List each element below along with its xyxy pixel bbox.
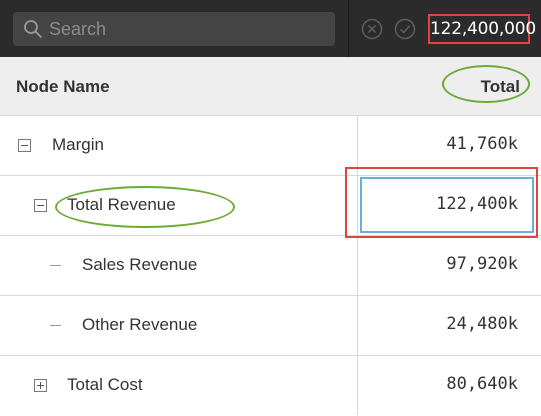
collapse-toggle-icon[interactable] xyxy=(18,139,31,152)
expand-toggle-icon[interactable] xyxy=(34,379,47,392)
cell-highlight-box xyxy=(345,167,538,238)
value-cell[interactable]: 97,920k xyxy=(357,236,541,295)
row-value: 97,920k xyxy=(446,254,518,274)
search-icon xyxy=(24,20,42,38)
toolbar-divider xyxy=(348,0,349,57)
row-value: 24,480k xyxy=(446,314,518,334)
collapse-toggle-icon[interactable] xyxy=(34,199,47,212)
row-value: 80,640k xyxy=(446,374,518,394)
table-row[interactable]: Total Cost 80,640k xyxy=(0,356,541,416)
leaf-dash-icon xyxy=(50,265,61,266)
total-revenue-highlight-ellipse xyxy=(55,186,235,228)
search-box[interactable] xyxy=(13,12,335,46)
row-label: Other Revenue xyxy=(82,315,198,334)
total-header-highlight-ellipse xyxy=(442,65,530,103)
name-cell: Total Cost xyxy=(0,356,357,415)
table-row[interactable]: Sales Revenue 97,920k xyxy=(0,236,541,296)
confirm-icon[interactable] xyxy=(394,18,416,40)
value-cell[interactable]: 24,480k xyxy=(357,296,541,355)
row-label: Margin xyxy=(52,135,104,154)
value-input[interactable]: 122,400,000 xyxy=(428,14,536,44)
cancel-icon[interactable] xyxy=(361,18,383,40)
column-header-node-name[interactable]: Node Name xyxy=(16,77,110,97)
leaf-dash-icon xyxy=(50,325,61,326)
search-input[interactable] xyxy=(49,12,329,46)
table-row[interactable]: Other Revenue 24,480k xyxy=(0,296,541,356)
value-cell[interactable]: 80,640k xyxy=(357,356,541,415)
row-label: Sales Revenue xyxy=(82,255,198,274)
name-cell: Margin xyxy=(0,116,357,175)
name-cell: Other Revenue xyxy=(0,296,357,355)
toolbar: 122,400,000 xyxy=(0,0,541,57)
row-value: 41,760k xyxy=(446,134,518,154)
row-label: Total Cost xyxy=(67,375,143,394)
name-cell: Sales Revenue xyxy=(0,236,357,295)
